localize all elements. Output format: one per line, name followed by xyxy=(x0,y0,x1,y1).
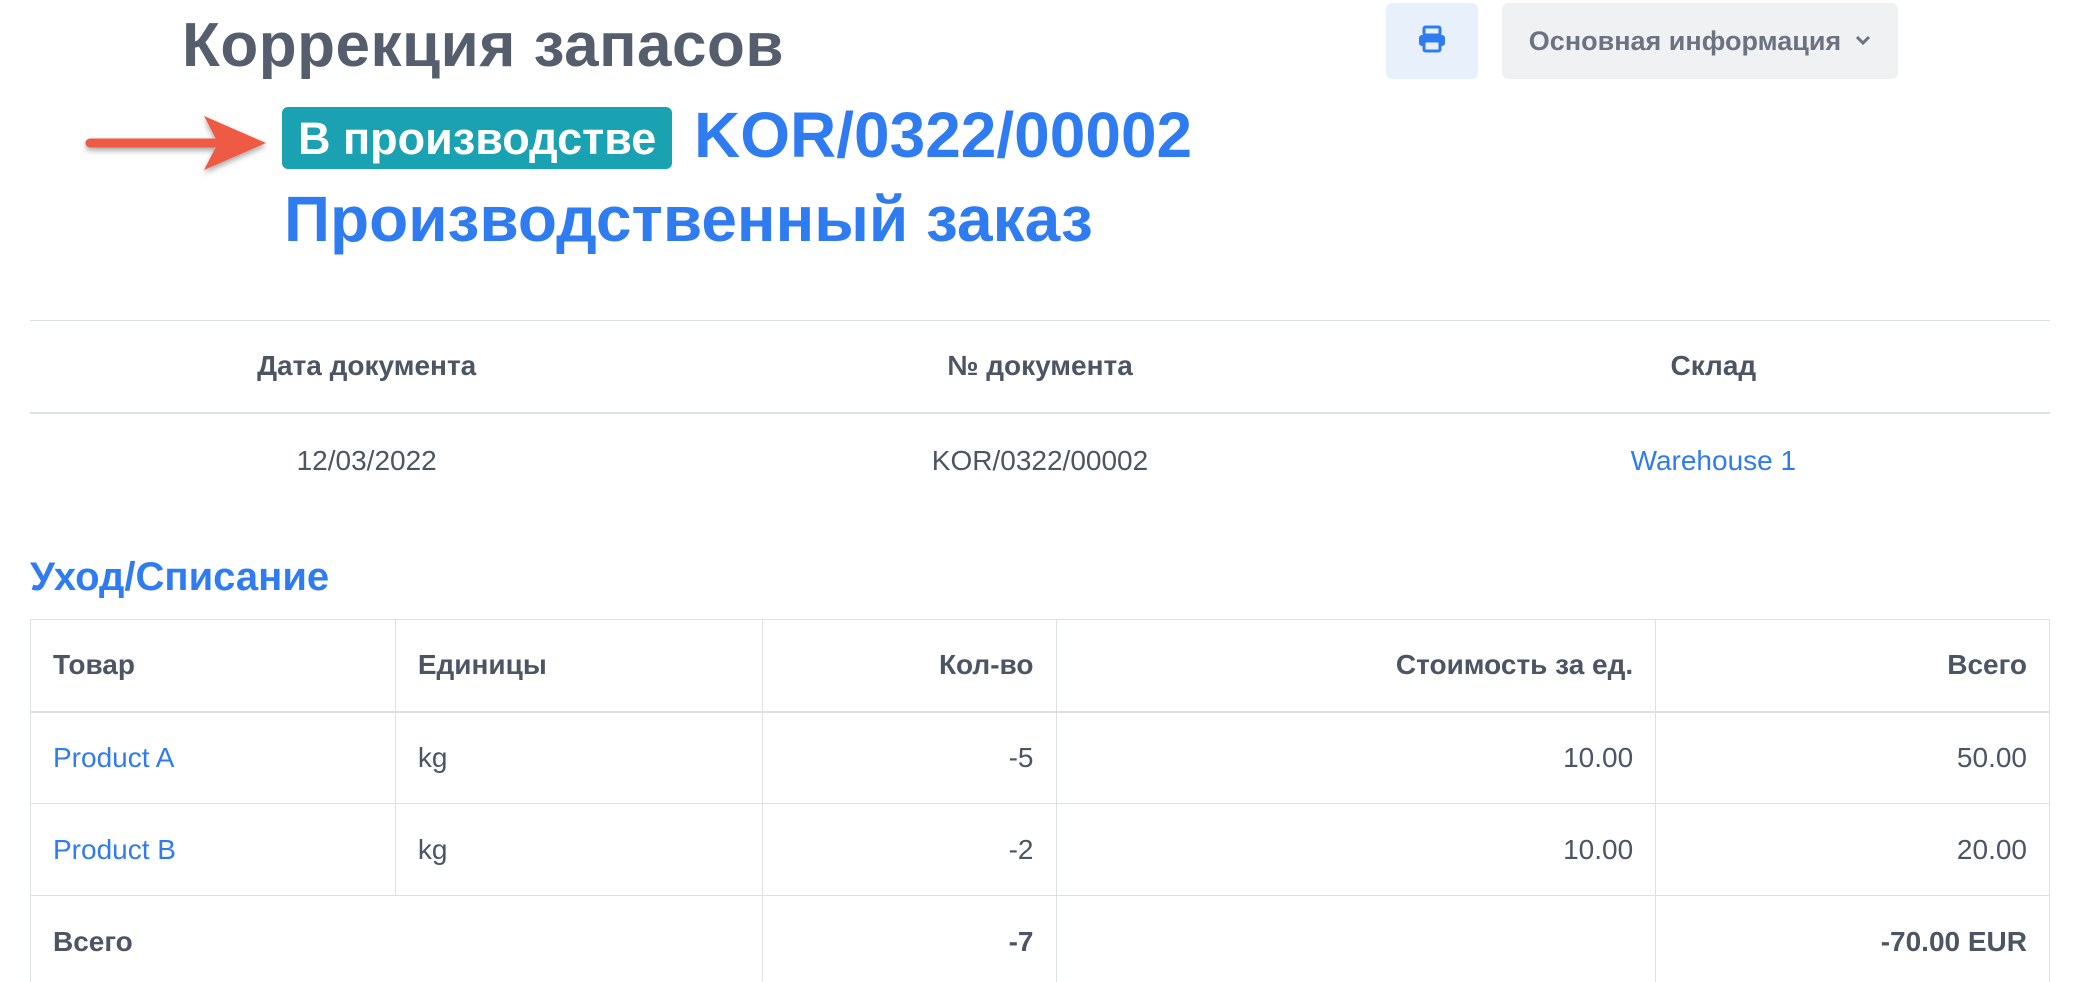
arrow-right-icon xyxy=(84,108,274,183)
col-header-units: Единицы xyxy=(394,619,763,713)
info-header-warehouse: Склад xyxy=(1376,320,2050,414)
total-label: Всего xyxy=(30,895,763,982)
document-info-table: Дата документа № документа Склад 12/03/2… xyxy=(30,320,2050,509)
product-cell: Product B xyxy=(30,803,396,896)
warehouse-link[interactable]: Warehouse 1 xyxy=(1631,445,1797,476)
info-header-date: Дата документа xyxy=(30,320,704,414)
info-header-number: № документа xyxy=(703,320,1377,414)
product-link[interactable]: Product A xyxy=(53,742,174,773)
info-date-value: 12/03/2022 xyxy=(296,445,437,476)
col-header-total: Всего xyxy=(1655,619,2050,713)
col-header-qty: Кол-во xyxy=(761,619,1057,713)
basic-info-label: Основная информация xyxy=(1528,25,1842,56)
table-row: Product A kg -5 10.00 50.00 xyxy=(30,711,2050,804)
printer-icon xyxy=(1417,25,1447,58)
document-number-link[interactable]: KOR/0322/00002 xyxy=(694,98,1192,172)
unit-cost-cell: 10.00 xyxy=(1055,803,1657,896)
total-cell: 50.00 xyxy=(1655,711,2050,804)
page: Коррекция запасов Основная информация В … xyxy=(0,0,2076,982)
info-warehouse-link[interactable]: Warehouse 1 xyxy=(1377,413,2050,509)
col-header-product: Товар xyxy=(30,619,396,713)
print-button[interactable] xyxy=(1386,3,1478,79)
status-badge: В производстве xyxy=(282,107,673,169)
total-row: Всего -7 -70.00 EUR xyxy=(30,895,2050,982)
col-header-unit-cost: Стоимость за ед. xyxy=(1055,619,1657,713)
units-cell: kg xyxy=(394,711,763,804)
total-amount: -70.00 EUR xyxy=(1655,895,2050,982)
qty-cell: -2 xyxy=(761,803,1057,896)
info-number-value: KOR/0322/00002 xyxy=(931,445,1149,476)
total-empty-cell xyxy=(1055,895,1657,982)
section-title: Уход/Списание xyxy=(30,555,330,599)
unit-cost-cell: 10.00 xyxy=(1055,711,1657,804)
items-table: Товар Единицы Кол-во Стоимость за ед. Вс… xyxy=(30,619,2050,982)
total-qty: -7 xyxy=(761,895,1057,982)
units-cell: kg xyxy=(394,803,763,896)
page-title: Коррекция запасов xyxy=(182,11,784,80)
product-cell: Product A xyxy=(30,711,396,804)
chevron-down-icon xyxy=(1855,29,1871,50)
total-cell: 20.00 xyxy=(1655,803,2050,896)
production-order-link[interactable]: Производственный заказ xyxy=(284,182,1093,256)
product-link[interactable]: Product B xyxy=(53,834,176,865)
table-row: Product B kg -2 10.00 20.00 xyxy=(30,803,2050,896)
qty-cell: -5 xyxy=(761,711,1057,804)
basic-info-dropdown[interactable]: Основная информация xyxy=(1502,3,1898,79)
